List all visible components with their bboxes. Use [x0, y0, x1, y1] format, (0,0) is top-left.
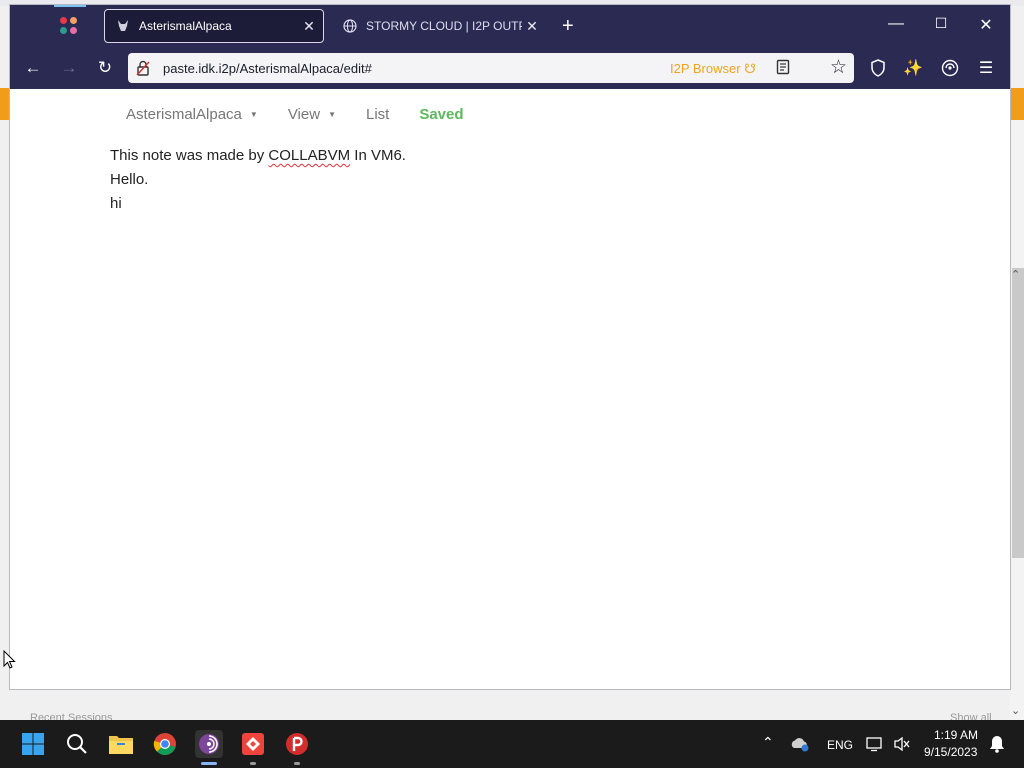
navigation-toolbar: ← → ↻ paste.idk.i2p/AsterismalAlpaca/edi… — [10, 47, 1010, 89]
magic-broom-icon[interactable]: ✨ — [903, 59, 923, 79]
clock-date[interactable]: 9/15/2023 — [924, 745, 977, 759]
background-banner-right — [1010, 88, 1024, 120]
tor-browser-icon[interactable] — [195, 730, 223, 758]
url-bar[interactable]: paste.idk.i2p/AsterismalAlpaca/edit# I2P… — [128, 53, 854, 83]
forward-icon[interactable]: → — [58, 58, 80, 78]
background-scrollbar-thumb[interactable] — [1012, 268, 1024, 558]
insecure-lock-icon[interactable] — [136, 60, 150, 76]
alpaca-favicon-icon — [115, 18, 131, 34]
chevron-down-icon[interactable]: ⌄ — [1011, 704, 1020, 717]
tab-indicator — [54, 5, 86, 7]
tab-title: STORMY CLOUD | I2P OUTPRO — [366, 19, 522, 33]
note-menu: AsterismalAlpaca ▼ View ▼ List Saved — [126, 103, 494, 125]
chevron-up-icon[interactable]: ⌃ — [1011, 268, 1020, 281]
note-editor[interactable]: This note was made by COLLABVM In VM6. H… — [110, 144, 406, 216]
note-line-1[interactable]: This note was made by COLLABVM In VM6. — [110, 144, 406, 168]
bookmark-star-icon[interactable]: ☆ — [830, 56, 847, 79]
fingerprint-icon: ☋ — [744, 61, 756, 76]
caret-down-icon: ▼ — [249, 109, 258, 119]
back-icon[interactable]: ← — [22, 58, 44, 78]
i2p-browser-badge[interactable]: I2P Browser ☋ — [670, 61, 756, 77]
saved-status: Saved — [419, 105, 464, 123]
close-icon[interactable]: ✕ — [971, 15, 1001, 35]
view-label: View — [287, 105, 321, 123]
language-indicator[interactable]: ENG — [827, 738, 853, 752]
shield-icon[interactable] — [868, 59, 888, 79]
apps-icon[interactable] — [60, 17, 78, 35]
note-name-label: AsterismalAlpaca — [126, 105, 242, 123]
hamburger-menu-icon[interactable]: ☰ — [976, 59, 996, 79]
note-text: In VM6. — [350, 147, 406, 164]
mouse-cursor-icon — [3, 650, 16, 669]
reload-icon[interactable]: ↻ — [94, 58, 116, 78]
search-icon[interactable] — [63, 730, 91, 758]
new-tab-icon[interactable]: + — [562, 16, 574, 36]
tab-asterismalalpaca[interactable]: AsterismalAlpaca ✕ — [104, 9, 324, 43]
running-app-indicator — [250, 762, 256, 765]
chevron-up-icon[interactable]: ⌃ — [762, 734, 774, 751]
note-line-3[interactable]: hi — [110, 192, 406, 216]
tab-title: AsterismalAlpaca — [139, 19, 232, 33]
psiphon-icon[interactable] — [283, 730, 311, 758]
url-text[interactable]: paste.idk.i2p/AsterismalAlpaca/edit# — [163, 61, 372, 76]
note-name-dropdown[interactable]: AsterismalAlpaca ▼ — [126, 106, 258, 123]
note-line-2[interactable]: Hello. — [110, 168, 406, 192]
notification-bell-icon[interactable] — [986, 730, 1008, 758]
tab-stormy-cloud[interactable]: STORMY CLOUD | I2P OUTPRO ✕ — [332, 9, 546, 43]
reader-view-icon[interactable] — [776, 59, 790, 75]
browser-window: AsterismalAlpaca ✕ STORMY CLOUD | I2P OU… — [10, 5, 1010, 689]
tab-close-icon[interactable]: ✕ — [299, 18, 319, 35]
misspelled-word[interactable]: COLLABVM — [268, 147, 350, 164]
chrome-icon[interactable] — [151, 730, 179, 758]
onedrive-icon[interactable] — [788, 730, 812, 758]
file-explorer-icon[interactable] — [107, 730, 135, 758]
running-app-indicator — [294, 762, 300, 765]
view-dropdown[interactable]: View ▼ — [288, 106, 336, 123]
volume-muted-icon[interactable] — [891, 730, 913, 758]
note-text: This note was made by — [110, 147, 269, 164]
windows-start-icon[interactable] — [19, 730, 47, 758]
caret-down-icon: ▼ — [328, 109, 336, 119]
tor-circuit-icon[interactable] — [940, 59, 960, 79]
i2p-badge-label: I2P Browser — [670, 61, 741, 76]
background-banner-left — [0, 88, 10, 120]
tab-close-icon[interactable]: ✕ — [522, 18, 542, 35]
network-icon[interactable] — [864, 730, 886, 758]
maximize-icon[interactable]: ☐ — [926, 15, 956, 32]
minimize-icon[interactable]: — — [881, 15, 911, 33]
tab-strip: AsterismalAlpaca ✕ STORMY CLOUD | I2P OU… — [10, 5, 1010, 47]
clock-time[interactable]: 1:19 AM — [934, 728, 978, 742]
anydesk-icon[interactable] — [239, 730, 267, 758]
active-app-indicator — [201, 762, 217, 765]
list-link[interactable]: List — [366, 106, 389, 123]
taskbar: ⌃ ENG 1:19 AM 9/15/2023 — [0, 720, 1024, 768]
globe-icon — [342, 18, 358, 34]
